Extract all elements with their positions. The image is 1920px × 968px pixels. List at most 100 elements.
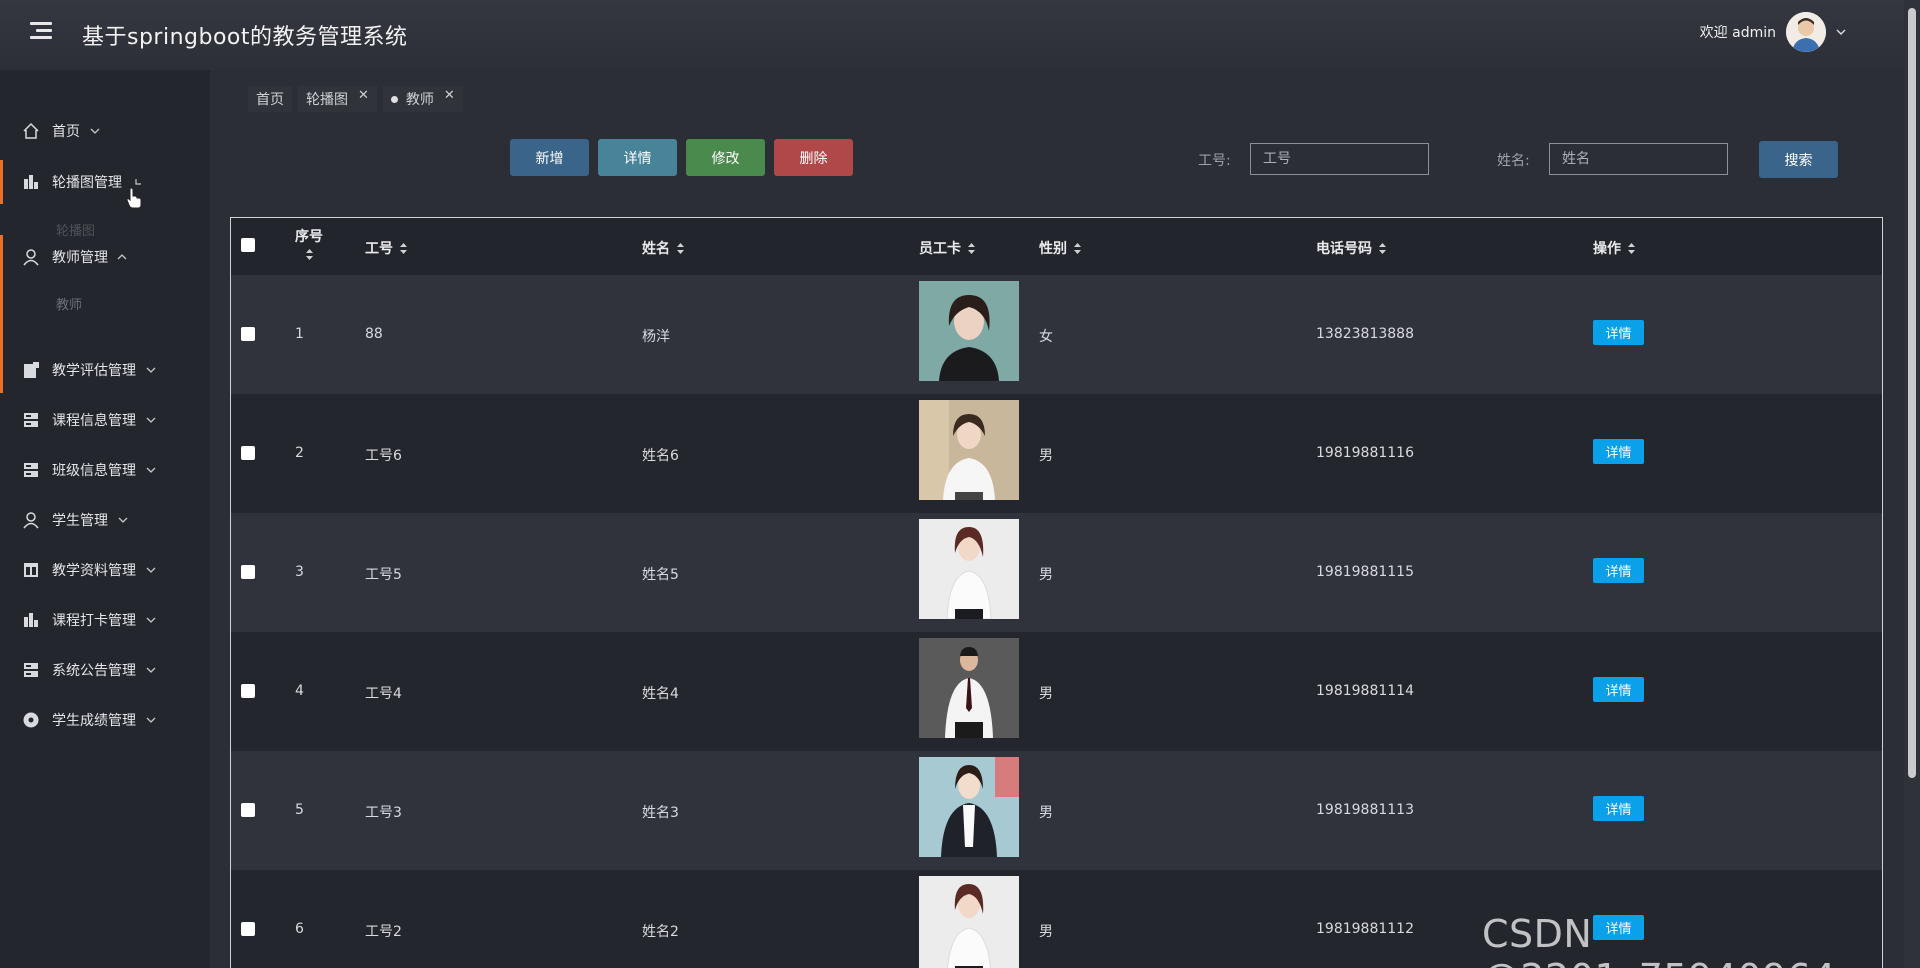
row-detail-button[interactable]: 详情: [1593, 677, 1644, 702]
sort-icon[interactable]: [1627, 242, 1636, 255]
sidebar-item-evaluation[interactable]: 教学评估管理: [0, 347, 210, 393]
row-detail-button[interactable]: 详情: [1593, 796, 1644, 821]
name-input[interactable]: [1549, 143, 1728, 175]
column-header-index[interactable]: 序号: [295, 226, 323, 261]
sort-icon[interactable]: [399, 242, 408, 255]
row-index: 3: [295, 564, 304, 580]
user-icon: [23, 249, 39, 266]
sort-icon[interactable]: [305, 248, 314, 261]
column-label: 操作: [1593, 241, 1621, 257]
phone-number: 19819881116: [1316, 445, 1414, 461]
sidebar-item-notice[interactable]: 系统公告管理: [0, 647, 210, 693]
table-icon: [24, 563, 38, 577]
employee-no: 工号2: [365, 924, 402, 940]
column-header-card[interactable]: 员工卡: [919, 238, 976, 258]
hand-cursor-icon: [126, 187, 142, 209]
chevron-up-icon: [117, 254, 127, 260]
table-row[interactable]: 1 88 杨洋 女 13823813888 详情: [231, 275, 1882, 394]
tab-label: 轮播图: [306, 92, 348, 108]
gender: 男: [1039, 924, 1053, 940]
employee-photo[interactable]: [919, 519, 1019, 619]
column-header-action[interactable]: 操作: [1593, 238, 1636, 258]
user-menu[interactable]: 欢迎 admin: [1700, 12, 1846, 52]
table-row[interactable]: 4 工号4 姓名4 男 19819881114 详情: [231, 632, 1882, 751]
sidebar-subitem-teacher[interactable]: 教师: [56, 294, 82, 313]
avatar[interactable]: [1786, 12, 1826, 52]
chevron-down-icon[interactable]: [1836, 27, 1846, 37]
row-checkbox[interactable]: [241, 327, 255, 341]
sort-icon[interactable]: [676, 242, 685, 255]
row-checkbox[interactable]: [241, 922, 255, 936]
menu-toggle-icon[interactable]: [30, 22, 52, 44]
tab-teacher[interactable]: 教师 ✕: [382, 86, 463, 112]
row-index: 6: [295, 921, 304, 937]
sidebar-item-carousel[interactable]: 轮播图管理: [0, 159, 210, 205]
employee-photo[interactable]: [919, 400, 1019, 500]
sort-icon[interactable]: [967, 242, 976, 255]
column-label: 序号: [295, 229, 323, 245]
employee-photo[interactable]: [919, 876, 1019, 968]
sidebar-item-label: 学生管理: [52, 513, 108, 529]
table-row[interactable]: 3 工号5 姓名5 男 19819881115 详情: [231, 513, 1882, 632]
close-icon[interactable]: ✕: [358, 88, 369, 103]
teacher-name: 杨洋: [642, 329, 670, 345]
sidebar-item-home[interactable]: 首页: [0, 108, 210, 154]
sidebar-item-label: 教学资料管理: [52, 563, 136, 579]
welcome-text: 欢迎 admin: [1699, 25, 1776, 41]
employee-no-label: 工号:: [1198, 153, 1231, 169]
sidebar-item-label: 轮播图管理: [52, 175, 122, 191]
close-icon[interactable]: ✕: [444, 88, 455, 103]
page-scrollbar[interactable]: [1904, 0, 1920, 968]
sidebar-item-label: 教学评估管理: [52, 363, 136, 379]
table-header: 序号 工号 姓名 员工卡 性别 电话号码 操作: [231, 218, 1882, 275]
column-header-phone[interactable]: 电话号码: [1316, 238, 1387, 258]
phone-number: 19819881114: [1316, 683, 1414, 699]
sidebar-item-grades[interactable]: 学生成绩管理: [0, 697, 210, 743]
chevron-down-icon: [146, 717, 156, 723]
tab-label: 教师: [405, 92, 434, 108]
employee-no-input[interactable]: [1250, 143, 1429, 175]
employee-photo[interactable]: [919, 757, 1019, 857]
gender: 男: [1039, 567, 1053, 583]
sort-icon[interactable]: [1073, 242, 1082, 255]
scrollbar-thumb[interactable]: [1908, 8, 1916, 778]
sidebar-item-teacher[interactable]: 教师管理: [0, 234, 210, 280]
add-button[interactable]: 新增: [510, 139, 589, 176]
document-icon: [24, 362, 39, 378]
employee-photo[interactable]: [919, 281, 1019, 381]
column-label: 电话号码: [1316, 241, 1372, 257]
sidebar-item-course[interactable]: 课程信息管理: [0, 397, 210, 443]
tab-home[interactable]: 首页: [248, 86, 292, 112]
tab-carousel[interactable]: 轮播图 ✕: [298, 86, 377, 112]
edit-button[interactable]: 修改: [686, 139, 765, 176]
row-index: 5: [295, 802, 304, 818]
table-row[interactable]: 2 工号6 姓名6 男 19819881116 详情: [231, 394, 1882, 513]
employee-photo[interactable]: [919, 638, 1019, 738]
sidebar-item-materials[interactable]: 教学资料管理: [0, 547, 210, 593]
row-detail-button[interactable]: 详情: [1593, 558, 1644, 583]
row-checkbox[interactable]: [241, 446, 255, 460]
sidebar-item-class[interactable]: 班级信息管理: [0, 447, 210, 493]
detail-button[interactable]: 详情: [598, 139, 677, 176]
row-checkbox[interactable]: [241, 565, 255, 579]
gender: 女: [1039, 329, 1053, 345]
column-header-gender[interactable]: 性别: [1039, 238, 1082, 258]
sort-icon[interactable]: [1378, 242, 1387, 255]
sidebar-item-checkin[interactable]: 课程打卡管理: [0, 597, 210, 643]
column-header-no[interactable]: 工号: [365, 238, 408, 258]
select-all-checkbox[interactable]: [241, 238, 255, 252]
sidebar-item-student[interactable]: 学生管理: [0, 497, 210, 543]
row-detail-button[interactable]: 详情: [1593, 439, 1644, 464]
row-checkbox[interactable]: [241, 684, 255, 698]
column-label: 姓名: [642, 241, 670, 257]
home-icon: [23, 122, 39, 139]
list-icon: [24, 413, 38, 427]
row-detail-button[interactable]: 详情: [1593, 320, 1644, 345]
search-button[interactable]: 搜索: [1759, 141, 1838, 178]
row-checkbox[interactable]: [241, 803, 255, 817]
column-header-name[interactable]: 姓名: [642, 238, 685, 258]
table-row[interactable]: 5 工号3 姓名3 男 19819881113 详情: [231, 751, 1882, 870]
delete-button[interactable]: 删除: [774, 139, 853, 176]
chevron-down-icon: [118, 517, 128, 523]
gender: 男: [1039, 805, 1053, 821]
